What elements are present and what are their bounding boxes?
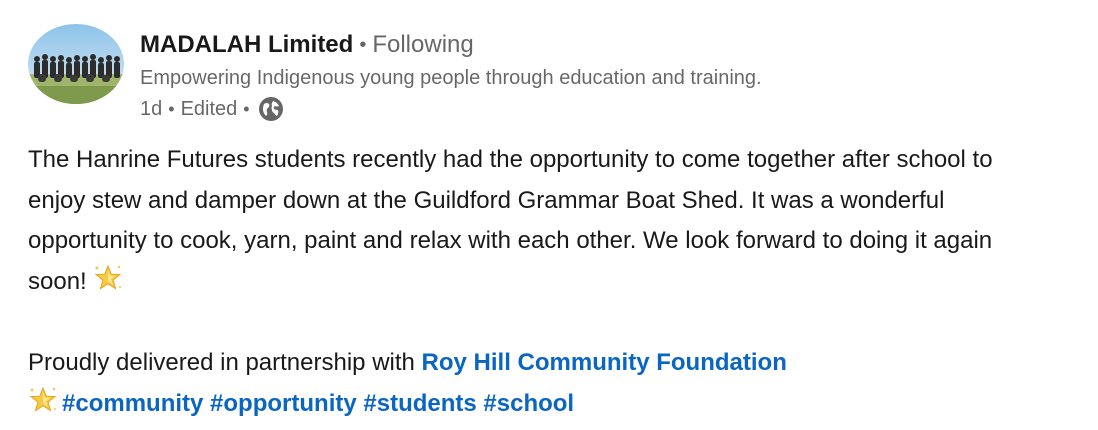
- post-meta: 1d • Edited •: [140, 94, 284, 124]
- feed-post: MADALAH Limited • Following Empowering I…: [0, 0, 1098, 430]
- hashtag-line: #community #opportunity #students #schoo…: [28, 384, 1038, 425]
- globe-icon: [258, 96, 284, 122]
- separator-dot: •: [168, 98, 175, 119]
- separator-dot: •: [243, 98, 250, 119]
- glowing-star-icon: [28, 385, 58, 415]
- company-name-link[interactable]: MADALAH Limited: [140, 31, 353, 59]
- hashtag-link[interactable]: #opportunity: [210, 390, 357, 417]
- hashtag-link[interactable]: #community: [62, 390, 203, 417]
- glowing-star-icon: [93, 263, 123, 293]
- post-commentary: The Hanrine Futures students recently ha…: [28, 140, 1038, 424]
- following-status: Following: [372, 31, 474, 58]
- edited-label: Edited: [180, 97, 238, 120]
- post-body-text: The Hanrine Futures students recently ha…: [28, 146, 993, 295]
- hashtag-link[interactable]: #school: [483, 390, 574, 417]
- post-body-paragraph: The Hanrine Futures students recently ha…: [28, 140, 1038, 302]
- separator-dot: •: [359, 33, 367, 56]
- actor-header: MADALAH Limited • Following: [140, 28, 474, 62]
- hashtag-link[interactable]: #students: [363, 390, 476, 417]
- company-logo-avatar[interactable]: [28, 24, 124, 104]
- company-description: Empowering Indigenous young people throu…: [140, 67, 762, 89]
- partnership-text: Proudly delivered in partnership with: [28, 348, 415, 376]
- partnership-line: Proudly delivered in partnership with Ro…: [28, 343, 1038, 384]
- post-time[interactable]: 1d: [140, 98, 162, 121]
- group-photo-image: [28, 24, 124, 104]
- partner-link[interactable]: Roy Hill Community Foundation: [422, 349, 787, 376]
